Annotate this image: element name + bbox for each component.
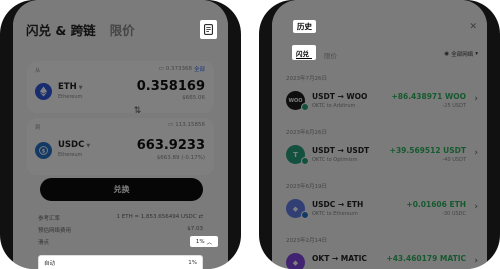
slippage-auto-option[interactable]: 自动 1% bbox=[38, 255, 203, 269]
fee-label: 预估网络费用 bbox=[38, 228, 72, 234]
document-icon bbox=[204, 24, 213, 35]
usdc-badge-icon bbox=[301, 211, 309, 219]
swap-button[interactable]: 兑换 bbox=[40, 178, 203, 201]
auto-label: 自动 bbox=[44, 260, 56, 267]
active-tab-underline bbox=[296, 57, 312, 59]
history-row[interactable]: ◆ USDC → ETH OKTC to Ethereum +0.01606 E… bbox=[284, 196, 479, 222]
svg-text:$: $ bbox=[42, 148, 46, 154]
history-title: 历史 bbox=[293, 20, 316, 33]
to-amount: 663.9233 bbox=[136, 138, 205, 153]
tx-spent: -40 USDT bbox=[442, 157, 467, 163]
tx-pair: USDT → USDT bbox=[312, 146, 370, 155]
chevron-right-icon: › bbox=[474, 202, 478, 212]
auto-value: 1% bbox=[188, 259, 197, 266]
from-token-selector[interactable]: ETH ▼ bbox=[58, 82, 83, 92]
swap-direction-icon[interactable]: ⇅ bbox=[132, 105, 143, 117]
from-balance-value: 0.373368 bbox=[165, 66, 192, 72]
to-balance: ▭ 113.15856 bbox=[168, 122, 205, 128]
matic-token-icon: ◆ bbox=[286, 253, 305, 269]
tx-received: +43.460179 MATIC bbox=[386, 254, 466, 263]
to-card: 到 ▭ 113.15856 $ USDC ▼ Ethereum 663.9233 … bbox=[27, 118, 214, 175]
chevron-up-icon: ︿ bbox=[206, 239, 213, 246]
usdt-badge-icon bbox=[301, 103, 309, 111]
chevron-down-icon: ▼ bbox=[86, 143, 91, 149]
network-filter-label: 全部网络 bbox=[451, 52, 474, 58]
network-filter[interactable]: ◉ 全部网络 ▾ bbox=[444, 50, 478, 58]
tx-pair: USDC → ETH bbox=[312, 200, 364, 209]
wallet-icon: ▭ bbox=[158, 66, 164, 72]
eth-token-icon bbox=[35, 83, 52, 100]
tab-limit[interactable]: 限价 bbox=[110, 20, 135, 39]
to-chain: Ethereum bbox=[58, 152, 83, 158]
from-chain: Ethereum bbox=[58, 94, 83, 100]
chevron-down-icon: ▼ bbox=[78, 85, 83, 91]
to-token-selector[interactable]: USDC ▼ bbox=[58, 140, 90, 150]
rate-label: 参考汇率 bbox=[38, 216, 61, 222]
slippage-row: 滑点 bbox=[38, 238, 203, 246]
tx-pair: OKT → MATIC bbox=[312, 254, 367, 263]
history-button[interactable] bbox=[200, 20, 217, 39]
tx-received: +0.01606 ETH bbox=[406, 200, 466, 209]
to-symbol: USDC bbox=[58, 140, 85, 150]
tx-pair: USDT → WOO bbox=[312, 92, 368, 101]
slippage-label: 滑点 bbox=[38, 240, 50, 246]
history-row[interactable]: WOO USDT → WOO OKTC to Arbitrum +86.4389… bbox=[284, 88, 479, 114]
to-label: 到 bbox=[35, 125, 41, 131]
from-label: 从 bbox=[35, 68, 41, 74]
chevron-right-icon: › bbox=[474, 148, 478, 158]
usdc-token-icon: $ bbox=[35, 142, 52, 159]
tx-spent: -30 USDC bbox=[442, 211, 466, 217]
max-button[interactable]: 全部 bbox=[194, 65, 205, 73]
history-screen: ✕ 限价 ◉ 全部网络 ▾ 2023年7月26日 WOO USDT → WOO … bbox=[272, 0, 487, 269]
from-balance: ▭ 0.373368 全部 bbox=[159, 65, 205, 73]
tx-route: OKTC to Arbitrum bbox=[312, 103, 356, 109]
date-header: 2023年7月26日 bbox=[286, 76, 327, 82]
woo-icon-text: WOO bbox=[288, 97, 303, 104]
swap-screen: 闪兑 & 跨链 限价 从 ▭ 0.373368 全部 ETH ▼ Ethereum… bbox=[13, 0, 228, 269]
matic-icon-text: ◆ bbox=[292, 258, 299, 267]
chevron-right-icon: › bbox=[474, 94, 478, 104]
history-row[interactable]: T USDT → USDT OKTC to Optimism +39.56951… bbox=[284, 142, 479, 168]
rate-text: 1 ETH = 1,853.656494 USDC bbox=[116, 214, 197, 220]
slippage-value: 1% bbox=[195, 238, 205, 245]
rate-row: 参考汇率 1 ETH = 1,853.656494 USDC ⇄ bbox=[38, 214, 203, 222]
to-balance-value: 113.15856 bbox=[175, 122, 205, 128]
tx-route: OKTC to Optimism bbox=[312, 157, 358, 163]
usdt-icon-text: T bbox=[293, 150, 298, 159]
tx-route: OKTC to Ethereum bbox=[312, 211, 358, 217]
date-header: 2023年6月19日 bbox=[286, 184, 327, 190]
wallet-icon: ▭ bbox=[168, 122, 174, 128]
tab-swap-bridge[interactable]: 闪兑 & 跨链 bbox=[26, 20, 96, 39]
fee-row: 预估网络费用 $7.03 bbox=[38, 226, 203, 234]
globe-icon: ◉ bbox=[444, 51, 450, 57]
tx-received: +86.438971 WOO bbox=[391, 92, 466, 101]
history-row[interactable]: ◆ OKT → MATIC +43.460179 MATIC › bbox=[284, 250, 479, 269]
tx-received: +39.569512 USDT bbox=[389, 146, 466, 155]
to-fiat: $663.89 (-0.17%) bbox=[156, 155, 205, 161]
slippage-selector[interactable]: 1% ︿ bbox=[190, 236, 218, 247]
tx-spent: -25 USDT bbox=[442, 103, 467, 109]
tab-limit-history[interactable]: 限价 bbox=[324, 50, 337, 60]
chevron-right-icon: › bbox=[474, 256, 478, 266]
tab-swap-history-label: 闪兑 bbox=[296, 50, 309, 58]
refresh-icon[interactable]: ⇄ bbox=[198, 214, 203, 220]
swap-tabs: 闪兑 & 跨链 限价 bbox=[26, 20, 135, 39]
chevron-down-icon: ▾ bbox=[475, 51, 478, 57]
usdt-badge-icon bbox=[301, 157, 309, 165]
phone-frame-swap: 闪兑 & 跨链 限价 从 ▭ 0.373368 全部 ETH ▼ Ethereum… bbox=[0, 0, 241, 269]
from-fiat: $665.06 bbox=[182, 95, 205, 101]
from-card: 从 ▭ 0.373368 全部 ETH ▼ Ethereum 0.358169 $… bbox=[27, 61, 214, 113]
phone-frame-history: ✕ 限价 ◉ 全部网络 ▾ 2023年7月26日 WOO USDT → WOO … bbox=[259, 0, 500, 269]
tab-swap-history[interactable]: 闪兑 bbox=[292, 45, 316, 60]
date-header: 2023年6月26日 bbox=[286, 130, 327, 136]
rate-value: 1 ETH = 1,853.656494 USDC ⇄ bbox=[116, 214, 203, 222]
from-symbol: ETH bbox=[58, 82, 77, 92]
eth-icon-text: ◆ bbox=[292, 204, 299, 213]
from-amount-input[interactable]: 0.358169 bbox=[137, 79, 205, 94]
fee-value: $7.03 bbox=[187, 226, 203, 232]
close-icon[interactable]: ✕ bbox=[469, 22, 477, 32]
date-header: 2023年2月14日 bbox=[286, 238, 327, 244]
